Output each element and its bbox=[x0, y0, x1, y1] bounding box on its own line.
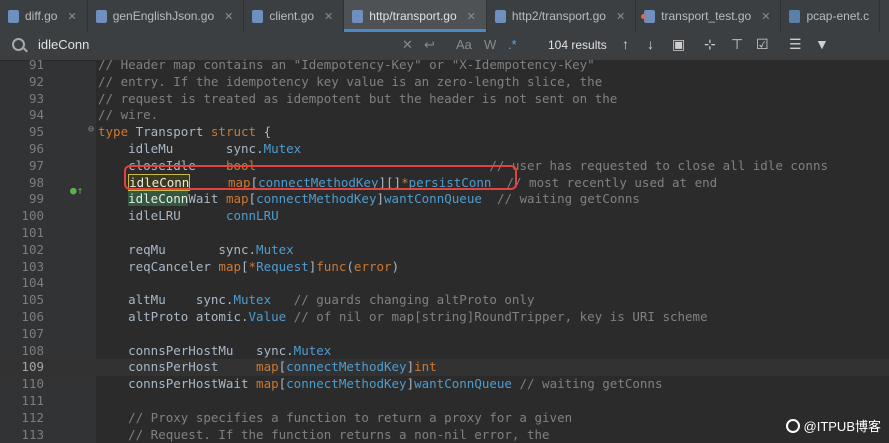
add-selection-icon[interactable]: ⊹ bbox=[704, 36, 716, 53]
fold-icon[interactable]: ⊖ bbox=[88, 124, 94, 135]
code-line: 95 type Transport struct { bbox=[28, 124, 272, 140]
close-icon[interactable]: ✕ bbox=[67, 10, 76, 23]
go-file-icon bbox=[352, 9, 364, 23]
close-icon[interactable]: ✕ bbox=[761, 10, 770, 23]
code-line: 105 altMu sync.Mutex // guards changing … bbox=[21, 292, 535, 308]
editor-tab-bar: diff.go ✕ genEnglishJson.go ✕ client.go ✕ h… bbox=[0, 0, 889, 33]
close-icon[interactable]: ✕ bbox=[467, 10, 476, 23]
select-occurrences-icon[interactable]: ☑ bbox=[756, 36, 769, 53]
code-line: 103 reqCanceler map[*Request]func(error) bbox=[21, 258, 400, 274]
code-line-match: 99 idleConnWait map[connectMethodKey]wan… bbox=[28, 191, 640, 207]
go-file-icon bbox=[95, 9, 107, 23]
tab-http-transport-go[interactable]: http/transport.go ✕ bbox=[344, 0, 487, 32]
code-editor[interactable]: 91// Header map contains an "Idempotency… bbox=[0, 57, 889, 443]
c-file-icon bbox=[789, 9, 801, 23]
code-line: 113 // Request. If the function returns … bbox=[21, 426, 550, 442]
logo-icon bbox=[785, 418, 800, 433]
previous-occurrence-icon[interactable]: ↑ bbox=[622, 36, 629, 52]
go-test-file-icon bbox=[641, 9, 656, 23]
tab-genenglishjson-go[interactable]: genEnglishJson.go ✕ bbox=[88, 0, 245, 32]
code-line: 111 bbox=[21, 393, 44, 408]
code-line: 108 connsPerHostMu sync.Mutex bbox=[21, 342, 332, 358]
search-settings-icon[interactable]: ☰ bbox=[789, 36, 802, 53]
tab-transport-test-go[interactable]: transport_test.go ✕ bbox=[636, 0, 782, 32]
code-line: 100 idleLRU connLRU bbox=[21, 208, 279, 224]
tab-diff-go[interactable]: diff.go ✕ bbox=[0, 0, 88, 32]
code-line: 94// wire. bbox=[28, 107, 159, 123]
code-line: 101 bbox=[21, 225, 44, 240]
code-line: 112 // Proxy specifies a function to ret… bbox=[21, 409, 573, 425]
close-icon[interactable]: ✕ bbox=[324, 10, 333, 23]
whole-words-toggle[interactable]: W bbox=[484, 37, 496, 52]
filter-icon[interactable]: ▼ bbox=[815, 36, 829, 52]
next-occurrence-icon[interactable]: ↓ bbox=[647, 36, 654, 52]
code-line: 93// request is treated as idempotent bu… bbox=[28, 90, 618, 106]
code-line: 92// entry. If the idempotency key value… bbox=[28, 73, 603, 89]
match-case-toggle[interactable]: Aa bbox=[456, 37, 472, 52]
current-code-line: 109 connsPerHost map[connectMethodKey]in… bbox=[0, 359, 889, 377]
go-file-icon bbox=[252, 9, 264, 23]
clear-search-icon[interactable]: ✕ bbox=[402, 37, 413, 53]
search-history-icon[interactable]: ↩ bbox=[424, 37, 435, 53]
search-icon bbox=[12, 38, 25, 51]
close-icon[interactable]: ✕ bbox=[616, 10, 625, 23]
go-file-icon bbox=[494, 9, 506, 23]
implementation-marker-icon[interactable]: ●↑ bbox=[70, 184, 83, 197]
tab-client-go[interactable]: client.go ✕ bbox=[244, 0, 345, 32]
watermark: @ITPUB博客 bbox=[785, 416, 881, 435]
code-line: 106 altProto atomic.Value // of nil or m… bbox=[21, 309, 708, 324]
regex-toggle[interactable]: .* bbox=[508, 37, 517, 52]
tab-http2-transport-go[interactable]: http2/transport.go ✕ bbox=[487, 0, 637, 32]
go-file-icon bbox=[8, 9, 19, 23]
select-all-occurrences-icon[interactable]: ▣ bbox=[672, 36, 685, 53]
code-line: 104 bbox=[21, 275, 44, 291]
code-line: 91// Header map contains an "Idempotency… bbox=[28, 57, 595, 72]
close-icon[interactable]: ✕ bbox=[224, 10, 233, 23]
code-line: 110 connsPerHostWait map[connectMethodKe… bbox=[21, 376, 663, 392]
search-input[interactable]: idleConn bbox=[38, 37, 89, 52]
remove-selection-icon[interactable]: ⊤ bbox=[731, 36, 743, 53]
tab-pcap-enet-c[interactable]: pcap-enet.c bbox=[781, 0, 881, 32]
code-line: 102 reqMu sync.Mutex bbox=[21, 241, 294, 257]
code-line: 96 idleMu sync.Mutex bbox=[28, 141, 302, 156]
search-result-count: 104 results bbox=[548, 38, 607, 52]
code-line: 107 bbox=[21, 325, 44, 341]
annotation-highlight-box bbox=[124, 165, 517, 190]
